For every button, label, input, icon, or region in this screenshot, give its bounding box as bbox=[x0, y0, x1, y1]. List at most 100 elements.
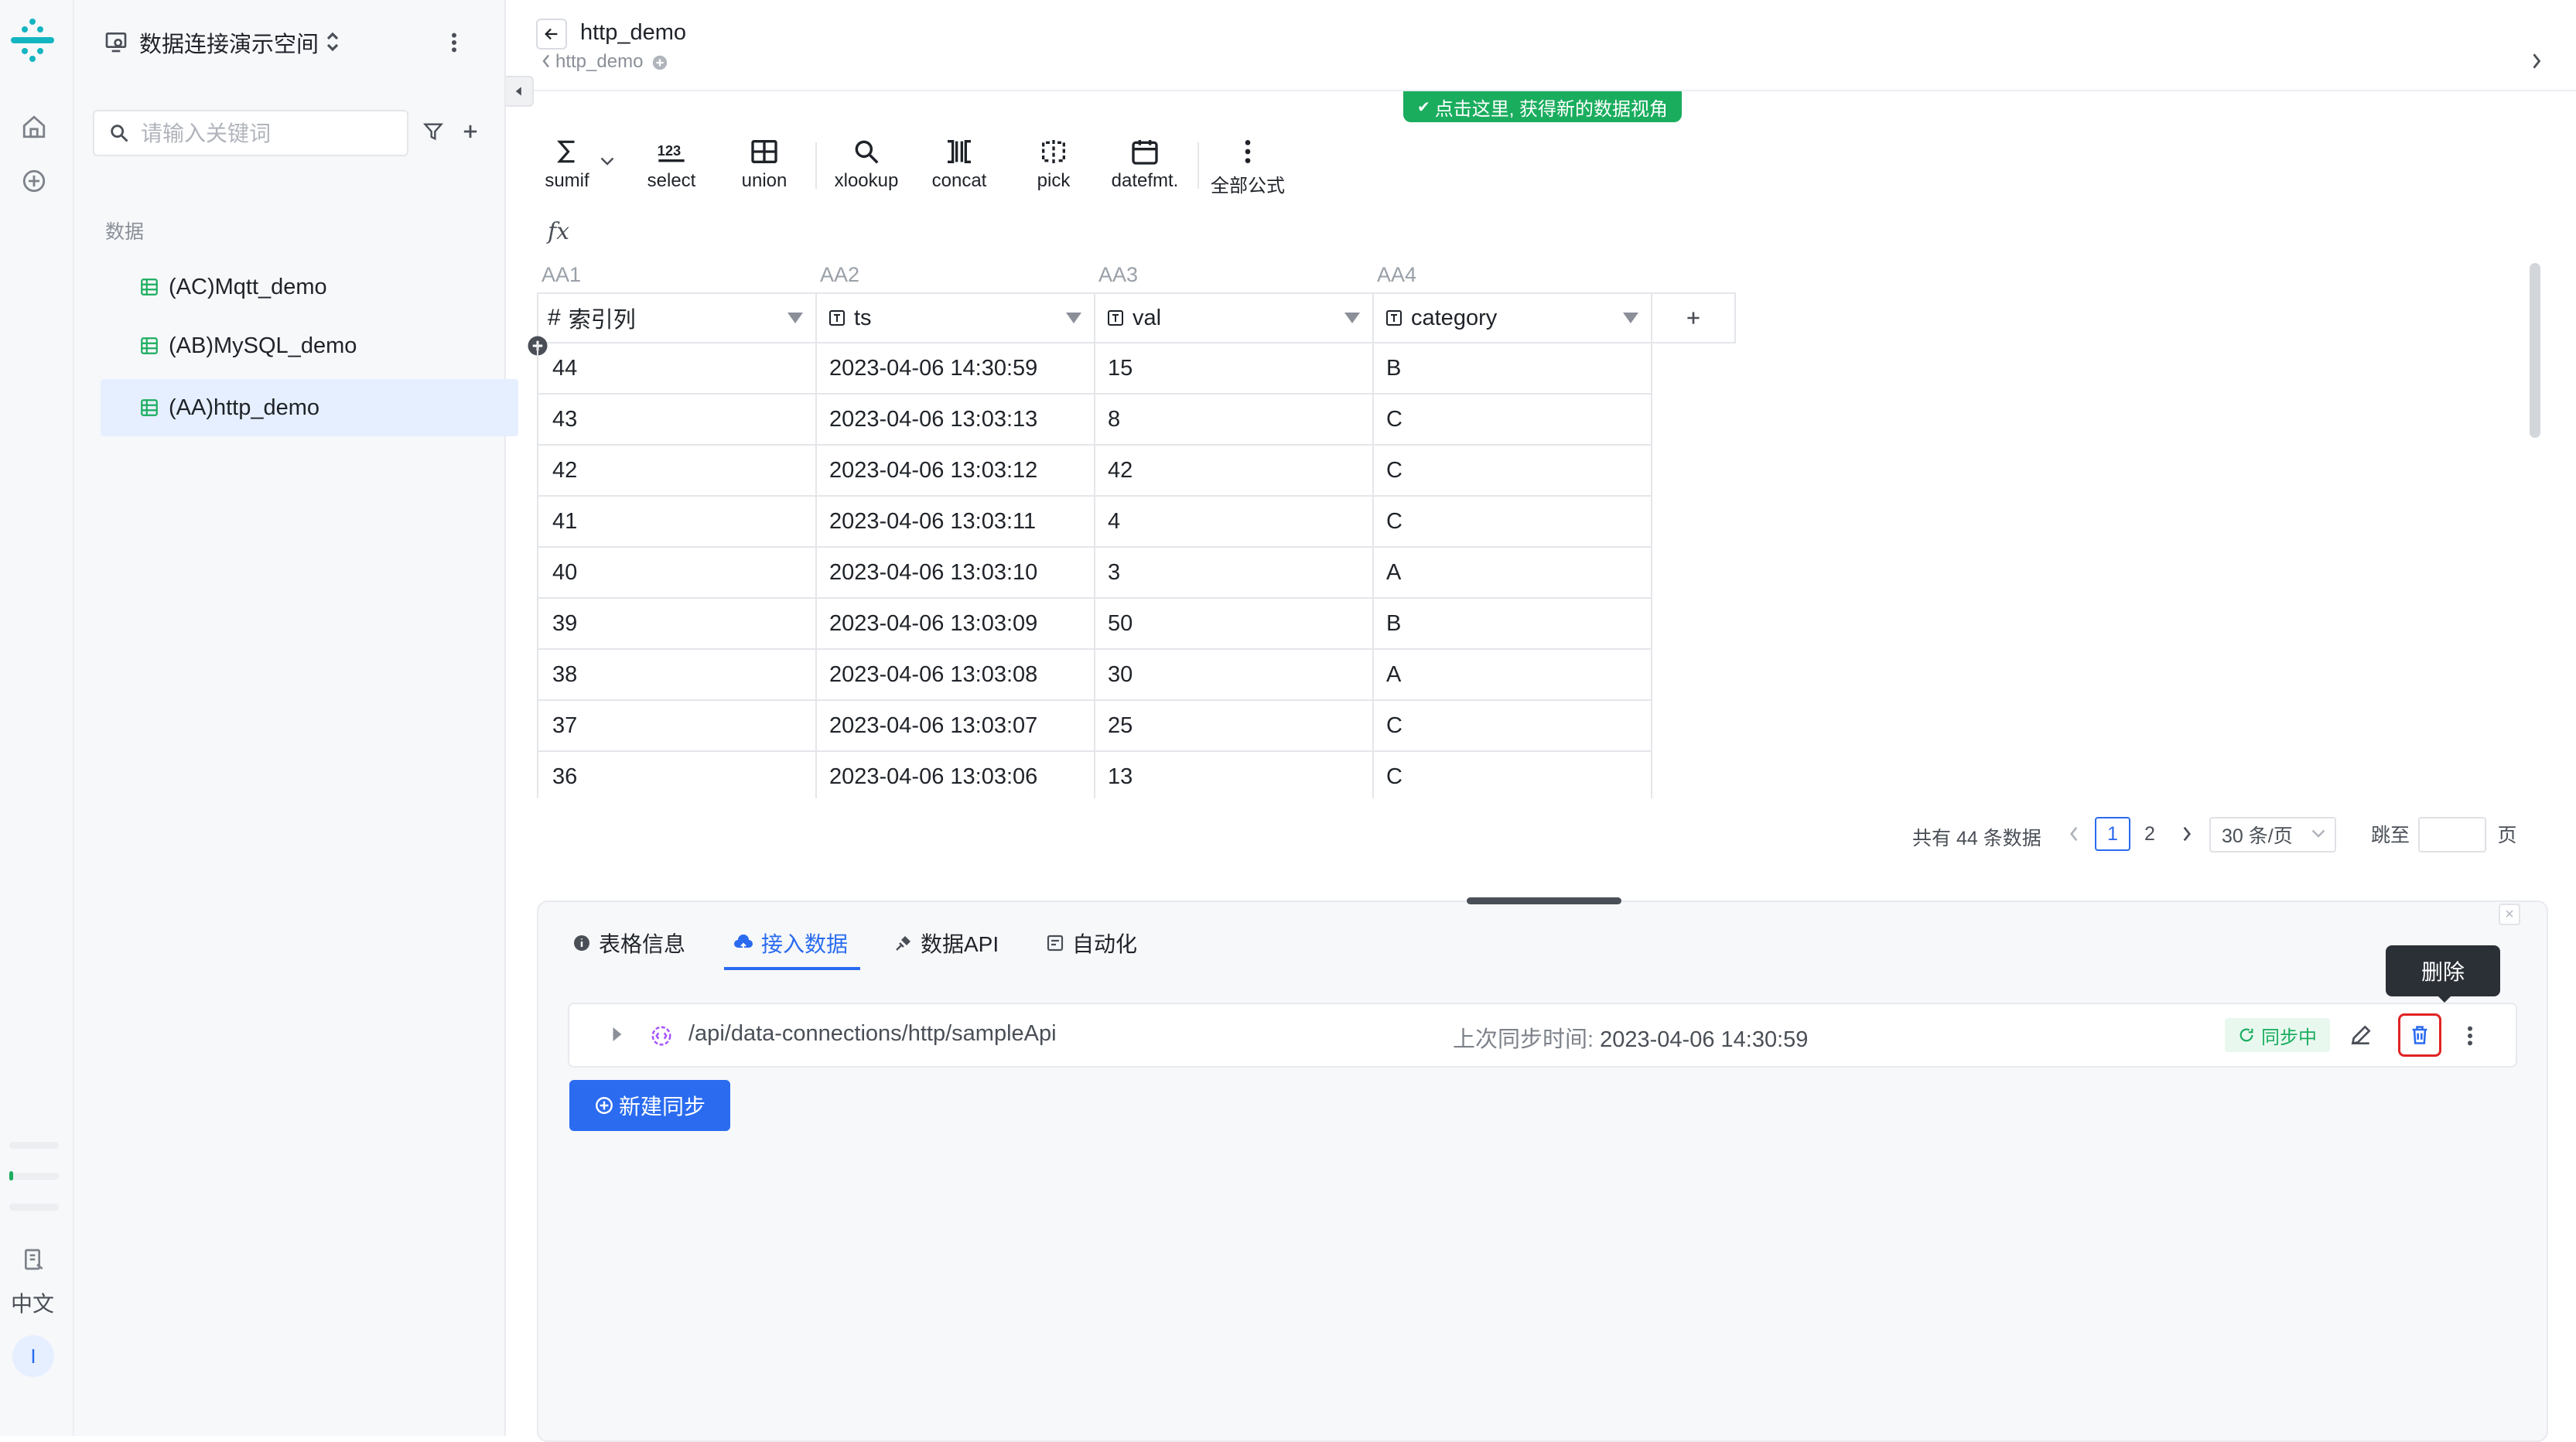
rail-indicator bbox=[9, 1171, 13, 1181]
last-sync-time: 上次同步时间: 2023-04-06 14:30:59 bbox=[1453, 1021, 1808, 1054]
cell-category[interactable]: C bbox=[1372, 497, 1652, 548]
page-unit-label: 页 bbox=[2497, 825, 2517, 846]
cell-val[interactable]: 25 bbox=[1094, 701, 1374, 752]
bottom-panel bbox=[537, 900, 2548, 1442]
info-icon bbox=[572, 934, 591, 952]
vertical-scrollbar[interactable] bbox=[2530, 263, 2540, 438]
cell-val[interactable]: 15 bbox=[1094, 343, 1374, 395]
delete-button[interactable] bbox=[2398, 1013, 2441, 1057]
cell-category[interactable]: C bbox=[1372, 701, 1652, 752]
active-tab-indicator bbox=[724, 967, 860, 970]
tooltip-arrow bbox=[2437, 995, 2452, 1003]
cell-ts[interactable]: 2023-04-06 13:03:06 bbox=[815, 752, 1095, 798]
avatar[interactable]: I bbox=[12, 1335, 54, 1377]
sync-spinner-icon bbox=[2238, 1027, 2255, 1044]
new-sync-button[interactable]: 新建同步 bbox=[569, 1080, 730, 1131]
last-sync-label: 上次同步时间: bbox=[1453, 1027, 1601, 1052]
goto-label: 跳至 bbox=[2370, 825, 2410, 846]
cell-ts[interactable]: 2023-04-06 13:03:12 bbox=[815, 446, 1095, 497]
goto-page-input[interactable] bbox=[2418, 817, 2486, 853]
table-row[interactable]: 43 2023-04-06 13:03:13 8 C bbox=[537, 395, 1652, 446]
cell-index[interactable]: 40 bbox=[537, 548, 817, 599]
cell-category[interactable]: C bbox=[1372, 446, 1652, 497]
tab-automation[interactable]: 自动化 bbox=[1046, 917, 1137, 969]
tab-label: 数据API bbox=[921, 932, 999, 956]
trash-icon bbox=[2409, 1024, 2431, 1046]
cell-ts[interactable]: 2023-04-06 13:03:11 bbox=[815, 497, 1095, 548]
table-row[interactable]: 37 2023-04-06 13:03:07 25 C bbox=[537, 701, 1652, 752]
tab-label: 表格信息 bbox=[599, 932, 686, 956]
cell-index[interactable]: 39 bbox=[537, 599, 817, 650]
table-row[interactable]: 36 2023-04-06 13:03:06 13 C bbox=[537, 752, 1652, 798]
sync-row[interactable]: /api/data-connections/http/sampleApi 上次同… bbox=[568, 1003, 2517, 1068]
rail-divider bbox=[9, 1142, 59, 1149]
tab-label: 接入数据 bbox=[761, 932, 849, 956]
cell-index[interactable]: 44 bbox=[537, 343, 817, 395]
automation-icon bbox=[1046, 934, 1064, 952]
cell-val[interactable]: 8 bbox=[1094, 395, 1374, 446]
cell-ts[interactable]: 2023-04-06 13:03:07 bbox=[815, 701, 1095, 752]
panel-resize-handle[interactable] bbox=[1467, 897, 1621, 904]
cell-ts[interactable]: 2023-04-06 13:03:09 bbox=[815, 599, 1095, 650]
page-1-button[interactable]: 1 bbox=[2095, 817, 2130, 851]
close-icon[interactable]: × bbox=[2499, 904, 2520, 925]
cloud-upload-icon bbox=[733, 934, 753, 952]
cell-val[interactable]: 4 bbox=[1094, 497, 1374, 548]
table-row[interactable]: 42 2023-04-06 13:03:12 42 C bbox=[537, 446, 1652, 497]
chevron-down-icon bbox=[2311, 829, 2325, 839]
cell-category[interactable]: B bbox=[1372, 343, 1652, 395]
tab-table-info[interactable]: 表格信息 bbox=[572, 917, 685, 969]
cell-index[interactable]: 41 bbox=[537, 497, 817, 548]
cell-ts[interactable]: 2023-04-06 14:30:59 bbox=[815, 343, 1095, 395]
cell-category[interactable]: C bbox=[1372, 752, 1652, 798]
more-vertical-icon[interactable] bbox=[2465, 1024, 2475, 1047]
cell-val[interactable]: 3 bbox=[1094, 548, 1374, 599]
cell-category[interactable]: A bbox=[1372, 650, 1652, 701]
table-row[interactable]: 38 2023-04-06 13:03:08 30 A bbox=[537, 650, 1652, 701]
grid-body: 44 2023-04-06 14:30:59 15 B 43 2023-04-06 13:… bbox=[0, 0, 2576, 798]
cell-index[interactable]: 37 bbox=[537, 701, 817, 752]
doc-icon[interactable] bbox=[15, 1241, 53, 1278]
add-circle-icon bbox=[594, 1095, 614, 1116]
cell-index[interactable]: 38 bbox=[537, 650, 817, 701]
total-count: 共有 44 条数据 bbox=[1912, 828, 2041, 849]
cell-category[interactable]: A bbox=[1372, 548, 1652, 599]
plug-icon bbox=[894, 934, 913, 952]
status-badge: 同步中 bbox=[2225, 1018, 2330, 1052]
cell-ts[interactable]: 2023-04-06 13:03:10 bbox=[815, 548, 1095, 599]
table-row[interactable]: 40 2023-04-06 13:03:10 3 A bbox=[537, 548, 1652, 599]
cell-index[interactable]: 43 bbox=[537, 395, 817, 446]
tab-data-api[interactable]: 数据API bbox=[894, 917, 999, 969]
language-switch[interactable]: 中文 bbox=[11, 1287, 54, 1318]
expand-caret-icon[interactable] bbox=[611, 1027, 622, 1041]
rail-divider bbox=[9, 1204, 59, 1211]
cell-category[interactable]: B bbox=[1372, 599, 1652, 650]
page-size-value: 30 条/页 bbox=[2222, 825, 2293, 847]
cell-ts[interactable]: 2023-04-06 13:03:08 bbox=[815, 650, 1095, 701]
table-row[interactable]: 39 2023-04-06 13:03:09 50 B bbox=[537, 599, 1652, 650]
sync-api-path: /api/data-connections/http/sampleApi bbox=[688, 1021, 1057, 1046]
tab-ingest-data[interactable]: 接入数据 bbox=[733, 917, 848, 969]
cell-index[interactable]: 36 bbox=[537, 752, 817, 798]
cell-val[interactable]: 30 bbox=[1094, 650, 1374, 701]
page-size-select[interactable]: 30 条/页 bbox=[2209, 817, 2336, 853]
table-row[interactable]: 44 2023-04-06 14:30:59 15 B bbox=[537, 343, 1652, 395]
cell-val[interactable]: 42 bbox=[1094, 446, 1374, 497]
prev-page-button[interactable] bbox=[2062, 817, 2086, 851]
edit-icon[interactable] bbox=[2349, 1023, 2373, 1047]
next-page-button[interactable] bbox=[2175, 817, 2198, 851]
rail-divider bbox=[9, 1173, 59, 1180]
delete-tooltip: 删除 bbox=[2386, 945, 2500, 996]
status-text: 同步中 bbox=[2261, 1027, 2317, 1048]
page-2-button[interactable]: 2 bbox=[2138, 817, 2161, 851]
new-sync-label: 新建同步 bbox=[618, 1095, 705, 1119]
cell-val[interactable]: 13 bbox=[1094, 752, 1374, 798]
cell-ts[interactable]: 2023-04-06 13:03:13 bbox=[815, 395, 1095, 446]
api-icon bbox=[650, 1024, 673, 1047]
cell-index[interactable]: 42 bbox=[537, 446, 817, 497]
cell-val[interactable]: 50 bbox=[1094, 599, 1374, 650]
last-sync-value: 2023-04-06 14:30:59 bbox=[1600, 1027, 1809, 1052]
table-row[interactable]: 41 2023-04-06 13:03:11 4 C bbox=[537, 497, 1652, 548]
cell-category[interactable]: C bbox=[1372, 395, 1652, 446]
tab-label: 自动化 bbox=[1072, 932, 1138, 956]
